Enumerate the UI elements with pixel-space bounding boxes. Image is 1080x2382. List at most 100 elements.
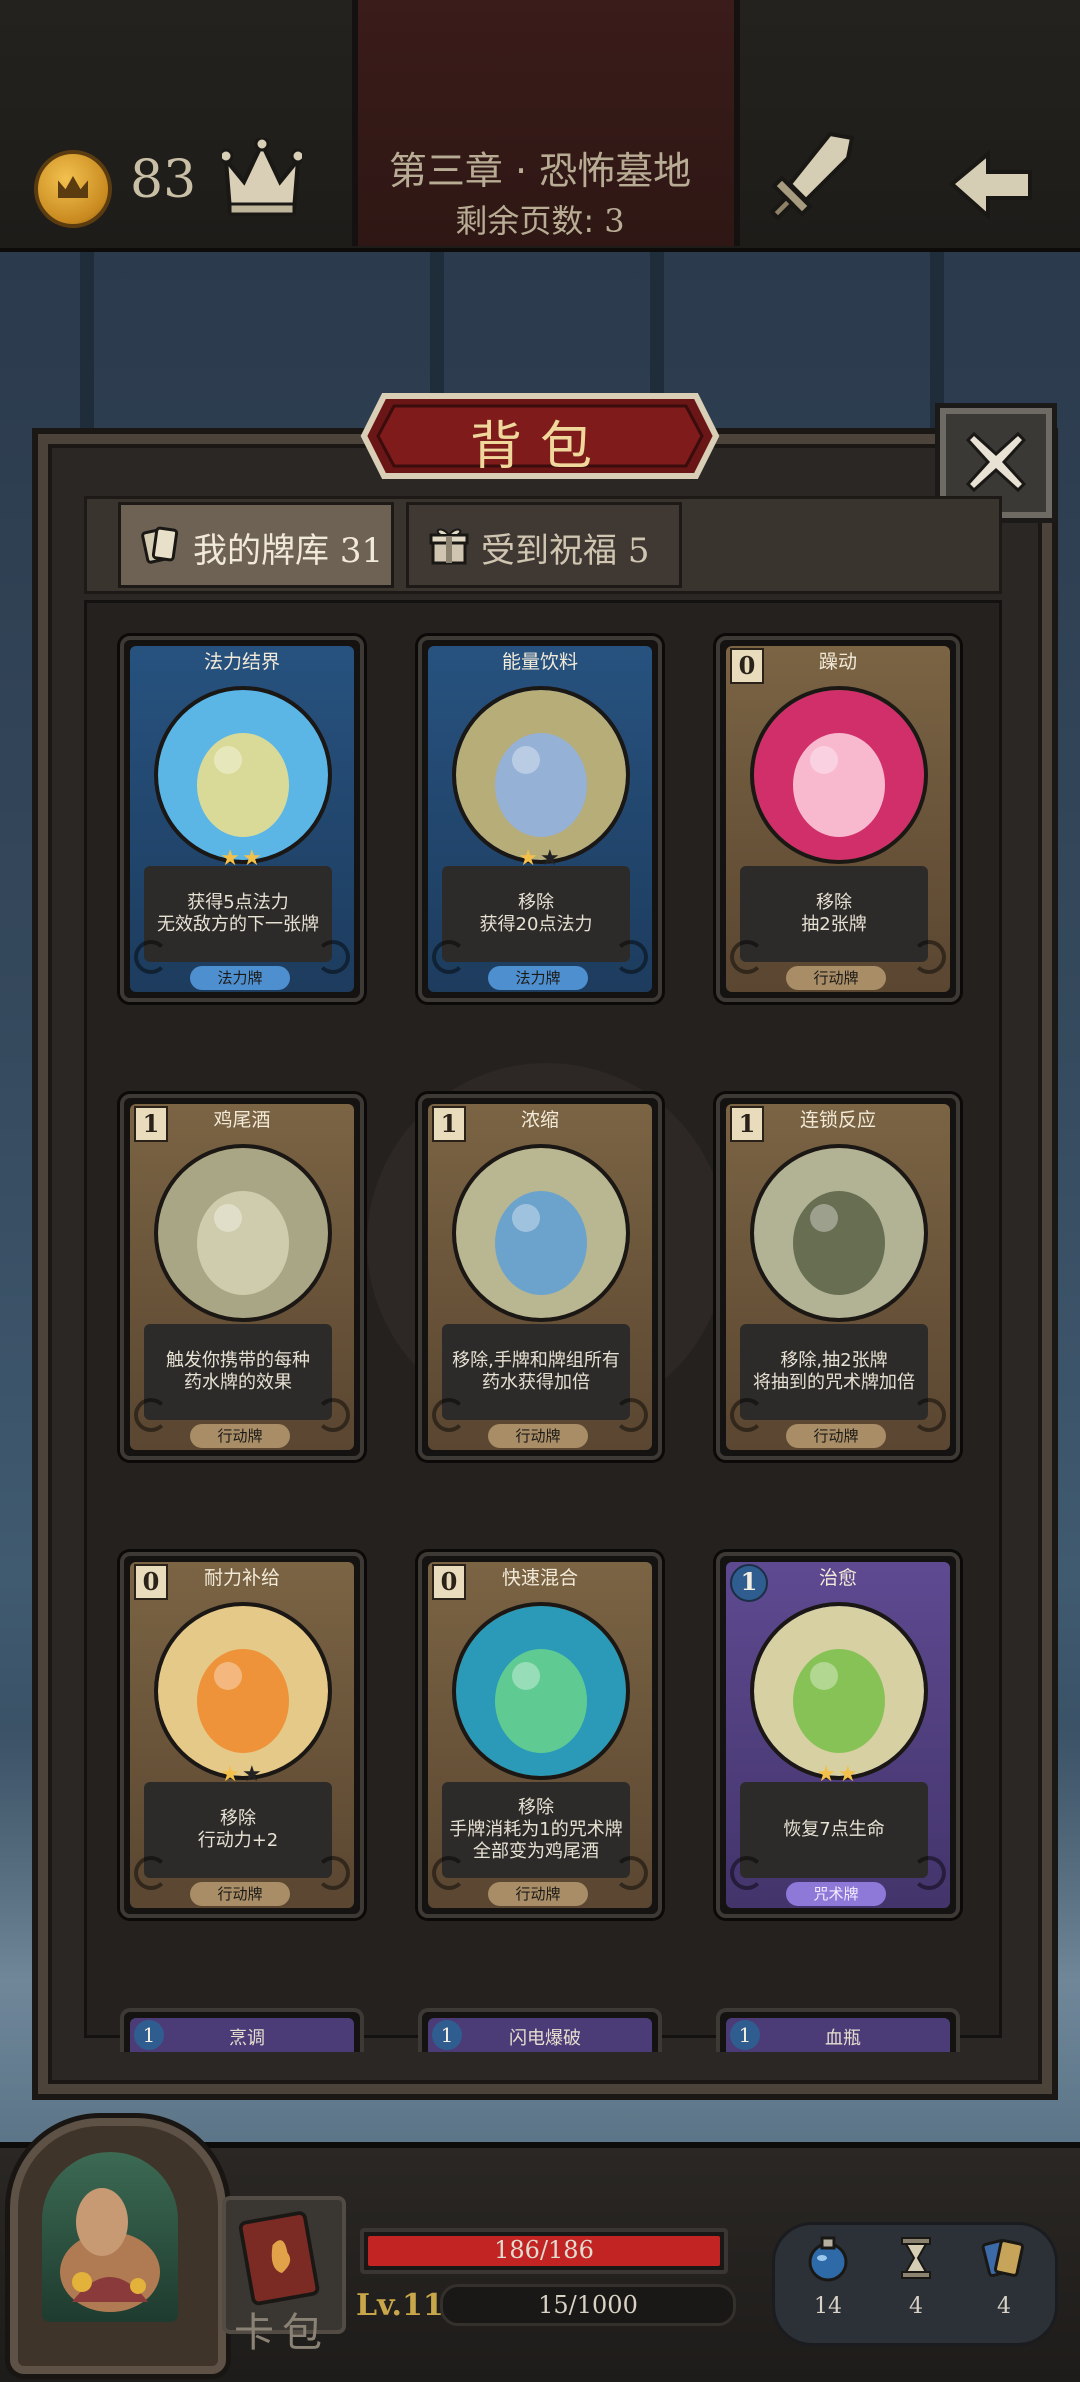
hp-text: 186/186 bbox=[494, 2236, 594, 2264]
pages-left-label: 剩余页数: bbox=[455, 202, 595, 240]
card-description-line: 行动力+2 bbox=[197, 1830, 279, 1851]
resource-value: 14 bbox=[814, 2294, 842, 2319]
cards-icon bbox=[141, 526, 179, 564]
card-cost: 1 bbox=[730, 2020, 760, 2050]
card-cost: 1 bbox=[134, 2020, 164, 2050]
card-name: 连锁反应 bbox=[799, 1109, 876, 1131]
xp-bar: 15/1000 bbox=[440, 2284, 736, 2326]
card-cost: 1 bbox=[432, 2020, 462, 2050]
card-name: 闪电爆破 bbox=[509, 2028, 581, 2049]
card-type-badge: 行动牌 bbox=[488, 1424, 588, 1448]
swirl-ornament bbox=[912, 1856, 946, 1890]
card-name: 躁动 bbox=[818, 651, 857, 673]
card-name: 治愈 bbox=[818, 1567, 857, 1589]
card-pack-label: 卡包 bbox=[234, 2310, 330, 2356]
card-description-line: 手牌消耗为1的咒术牌 bbox=[449, 1819, 623, 1840]
card-stack-icon bbox=[981, 2238, 1025, 2278]
card-description: 恢复7点生命 bbox=[740, 1782, 928, 1878]
potion-icon bbox=[808, 2236, 848, 2282]
resource-cards[interactable]: 4 bbox=[974, 2234, 1034, 2334]
card[interactable]: 能量饮料 ★★ 移除 获得20点法力 法力牌 bbox=[418, 636, 662, 1002]
tab-blessings-count: 5 bbox=[627, 531, 650, 571]
resource-potion[interactable]: 14 bbox=[798, 2234, 858, 2334]
swirl-ornament bbox=[614, 1398, 648, 1432]
tab-label: 我的牌库 31 bbox=[193, 523, 383, 572]
swirl-ornament bbox=[432, 1398, 466, 1432]
card[interactable]: 0 耐力补给 ★★ 移除 行动力+2 行动牌 bbox=[120, 1552, 364, 1918]
card-peek[interactable]: 1 闪电爆破 bbox=[418, 2008, 662, 2052]
sword-icon[interactable] bbox=[760, 128, 860, 228]
card[interactable]: 法力结界 ★★ 获得5点法力 无效敌方的下一张牌 法力牌 bbox=[120, 636, 364, 1002]
card-description: 移除,抽2张牌 将抽到的咒术牌加倍 bbox=[740, 1324, 928, 1420]
coin-icon bbox=[34, 150, 112, 228]
card-art bbox=[154, 686, 332, 864]
swirl-ornament bbox=[730, 1856, 764, 1890]
swirl-ornament bbox=[614, 1856, 648, 1890]
coin-count: 83 bbox=[130, 150, 197, 210]
resource-hourglass[interactable]: 4 bbox=[886, 2234, 946, 2334]
card-description: 移除 行动力+2 bbox=[144, 1782, 332, 1878]
swirl-ornament bbox=[730, 1398, 764, 1432]
card-description-line: 药水获得加倍 bbox=[482, 1372, 590, 1393]
resource-value: 4 bbox=[909, 2294, 923, 2319]
card-description-line: 移除,抽2张牌 bbox=[780, 1350, 888, 1371]
hourglass-icon bbox=[901, 2237, 931, 2279]
card[interactable]: 1 浓缩 移除,手牌和牌组所有 药水获得加倍 行动牌 bbox=[418, 1094, 662, 1460]
card-description-line: 移除,手牌和牌组所有 bbox=[452, 1350, 620, 1371]
swirl-ornament bbox=[316, 940, 350, 974]
card-art bbox=[452, 1602, 630, 1780]
card[interactable]: 1 鸡尾酒 触发你携带的每种 药水牌的效果 行动牌 bbox=[120, 1094, 364, 1460]
tab-label: 受到祝福 5 bbox=[481, 523, 649, 572]
card-type-badge: 法力牌 bbox=[190, 966, 290, 990]
card-description-line: 获得20点法力 bbox=[479, 914, 593, 935]
chapter-title: 第三章 · 恐怖墓地 bbox=[388, 149, 692, 193]
card-peek[interactable]: 1 烹调 bbox=[120, 2008, 364, 2052]
tab-my-deck[interactable]: 我的牌库 31 bbox=[118, 502, 394, 588]
card-peek[interactable]: 1 血瓶 bbox=[716, 2008, 960, 2052]
card-art bbox=[750, 686, 928, 864]
card-art bbox=[154, 1602, 332, 1780]
card-name: 浓缩 bbox=[520, 1109, 559, 1131]
tab-blessings-label: 受到祝福 bbox=[481, 531, 617, 571]
card[interactable]: 1 治愈 ★★ 恢复7点生命 咒术牌 bbox=[716, 1552, 960, 1918]
card-description-line: 恢复7点生命 bbox=[783, 1819, 885, 1840]
tab-my-deck-count: 31 bbox=[339, 531, 384, 571]
card-description-line: 移除 bbox=[518, 892, 554, 913]
card-description-line: 移除 bbox=[518, 1797, 554, 1818]
card[interactable]: 0 快速混合 移除 手牌消耗为1的咒术牌 全部变为鸡尾酒 行动牌 bbox=[418, 1552, 662, 1918]
swirl-ornament bbox=[134, 940, 168, 974]
card-description-line: 获得5点法力 bbox=[187, 892, 289, 913]
pages-left: 剩余页数: 3 bbox=[352, 196, 728, 242]
backpack-title: 背包 bbox=[469, 417, 610, 477]
swirl-ornament bbox=[316, 1398, 350, 1432]
hp-bar: 186/186 bbox=[360, 2228, 728, 2274]
card-description-line: 药水牌的效果 bbox=[184, 1372, 292, 1393]
top-bar: 83 第三章 · 恐怖墓地 剩余页数: 3 bbox=[0, 0, 1080, 252]
crown-icon[interactable] bbox=[222, 138, 302, 222]
card-type-badge: 咒术牌 bbox=[786, 1882, 886, 1906]
swirl-ornament bbox=[316, 1856, 350, 1890]
card-type-badge: 行动牌 bbox=[786, 966, 886, 990]
swirl-ornament bbox=[134, 1856, 168, 1890]
close-icon bbox=[965, 431, 1027, 493]
card-description: 移除 手牌消耗为1的咒术牌 全部变为鸡尾酒 bbox=[442, 1782, 630, 1878]
card-type-badge: 行动牌 bbox=[190, 1882, 290, 1906]
swirl-ornament bbox=[912, 940, 946, 974]
card-description-line: 触发你携带的每种 bbox=[166, 1350, 310, 1371]
card-name: 鸡尾酒 bbox=[213, 1109, 271, 1131]
card-name: 烹调 bbox=[229, 2028, 265, 2049]
card-name: 血瓶 bbox=[825, 2028, 861, 2049]
card-description-line: 移除 bbox=[816, 892, 852, 913]
card-description-line: 抽2张牌 bbox=[801, 914, 867, 935]
card[interactable]: 1 连锁反应 移除,抽2张牌 将抽到的咒术牌加倍 行动牌 bbox=[716, 1094, 960, 1460]
resource-value: 4 bbox=[997, 2294, 1011, 2319]
card-description-line: 无效敌方的下一张牌 bbox=[157, 914, 319, 935]
back-arrow-icon[interactable] bbox=[948, 150, 1034, 220]
tab-blessings[interactable]: 受到祝福 5 bbox=[406, 502, 682, 588]
hero-avatar bbox=[42, 2152, 178, 2322]
card-description-line: 移除 bbox=[220, 1808, 256, 1829]
card-type-badge: 行动牌 bbox=[786, 1424, 886, 1448]
card-type-badge: 行动牌 bbox=[488, 1882, 588, 1906]
hero-portrait[interactable] bbox=[10, 2118, 226, 2374]
card[interactable]: 0 躁动 移除 抽2张牌 行动牌 bbox=[716, 636, 960, 1002]
